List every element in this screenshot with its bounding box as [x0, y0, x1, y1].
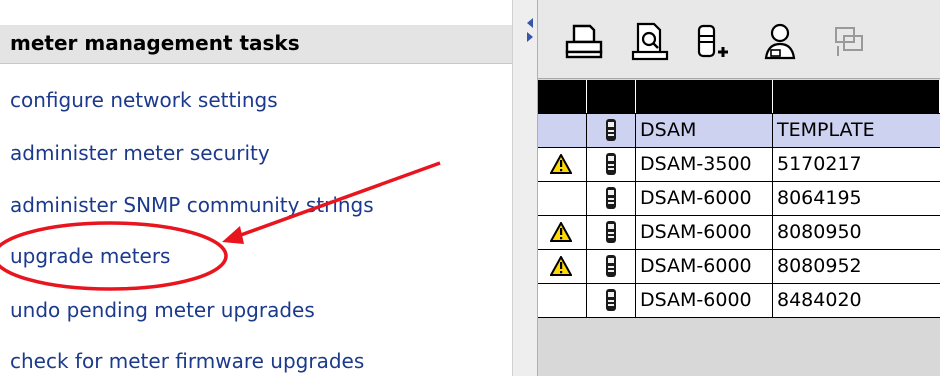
meter-type-cell — [587, 114, 636, 147]
status-cell — [538, 250, 587, 283]
meter-icon — [606, 289, 616, 311]
model-cell: DSAM — [636, 114, 773, 147]
meter-icon — [606, 255, 616, 277]
split-pane-divider[interactable] — [512, 0, 538, 376]
serial-number-cell: TEMPLATE — [777, 119, 875, 141]
table-header: Model Serial Number — [538, 80, 940, 114]
status-cell — [538, 284, 587, 317]
user-icon[interactable] — [758, 20, 802, 64]
warning-icon — [549, 254, 573, 276]
disabled-action-icon — [835, 27, 863, 56]
serial-number-cell: 8064195 — [777, 187, 862, 209]
table-row[interactable]: DSAM-6000 8064195 — [538, 182, 940, 216]
status-cell — [538, 148, 587, 181]
model-cell: DSAM-6000 — [636, 216, 773, 249]
serial-number-cell: 8484020 — [777, 289, 862, 311]
serial-number-cell: 5170217 — [777, 153, 862, 175]
header-serial-label: Serial Number — [777, 85, 914, 107]
task-check-firmware[interactable]: check for meter firmware upgrades — [10, 349, 364, 373]
expand-right-arrow-icon[interactable] — [527, 32, 533, 42]
warning-icon — [549, 220, 573, 242]
warning-icon — [549, 152, 573, 174]
task-panel: meter management tasks configure network… — [0, 0, 512, 376]
toolbar — [538, 0, 940, 79]
model-cell: DSAM-6000 — [636, 182, 773, 215]
model-cell: DSAM-6000 — [636, 250, 773, 283]
serial-number-cell: 8080952 — [777, 255, 862, 277]
table-row[interactable]: DSAM-6000 8080952 — [538, 250, 940, 284]
header-serial-number[interactable]: Serial Number — [773, 80, 940, 113]
meter-icon — [606, 187, 616, 209]
header-model[interactable]: Model — [636, 80, 773, 113]
task-undo-pending-upgrades[interactable]: undo pending meter upgrades — [10, 298, 315, 322]
print-icon[interactable] — [562, 20, 606, 64]
meter-icon — [606, 221, 616, 243]
model-cell: DSAM-3500 — [636, 148, 773, 181]
header-model-label: Model — [640, 85, 698, 107]
meter-type-cell — [587, 216, 636, 249]
collapse-left-arrow-icon[interactable] — [527, 18, 533, 28]
table-row[interactable]: DSAM TEMPLATE — [538, 114, 940, 148]
task-configure-network[interactable]: configure network settings — [10, 88, 278, 112]
meter-type-cell — [587, 250, 636, 283]
serial-number-cell: 8080950 — [777, 221, 862, 243]
model-cell: DSAM-6000 — [636, 284, 773, 317]
meter-list-panel: Model Serial Number DSAM TEMPLATE DSAM-350… — [538, 0, 940, 376]
task-upgrade-meters[interactable]: upgrade meters — [10, 244, 170, 268]
meter-type-cell — [587, 284, 636, 317]
header-type-col[interactable] — [587, 80, 636, 113]
table-row[interactable]: DSAM-3500 5170217 — [538, 148, 940, 182]
print-preview-icon[interactable] — [628, 20, 672, 64]
task-panel-title: meter management tasks — [10, 31, 300, 55]
status-cell — [538, 182, 587, 215]
add-meter-icon[interactable] — [690, 20, 734, 64]
task-administer-security[interactable]: administer meter security — [10, 141, 270, 165]
status-cell — [538, 114, 587, 147]
task-panel-header: meter management tasks — [0, 25, 512, 64]
header-warning-col[interactable] — [538, 80, 587, 113]
meter-icon — [606, 153, 616, 175]
meter-icon — [606, 119, 616, 141]
status-cell — [538, 216, 587, 249]
meter-type-cell — [587, 182, 636, 215]
meter-type-cell — [587, 148, 636, 181]
table-row[interactable]: DSAM-6000 8080950 — [538, 216, 940, 250]
table-row[interactable]: DSAM-6000 8484020 — [538, 284, 940, 318]
task-administer-snmp[interactable]: administer SNMP community strings — [10, 193, 374, 217]
